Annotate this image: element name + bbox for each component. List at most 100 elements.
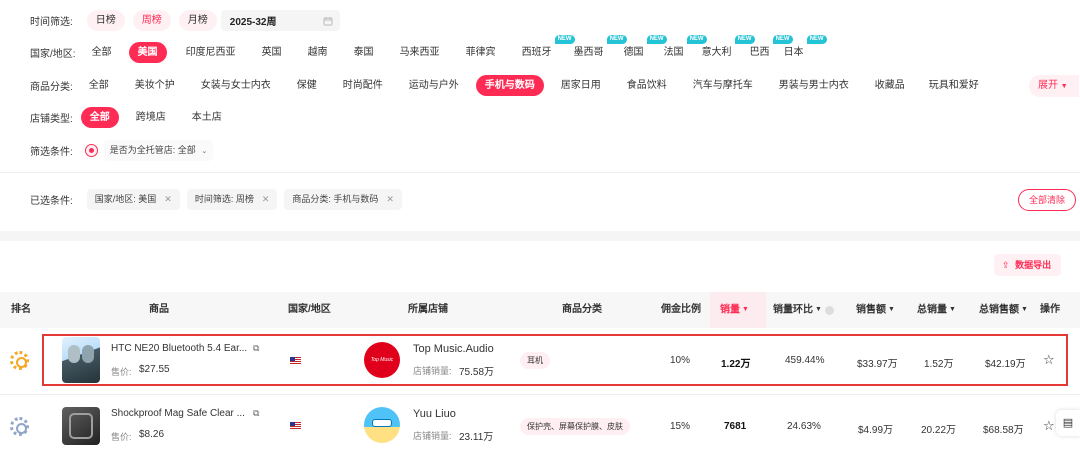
country-br-label: 巴西 [749, 47, 770, 58]
store-name[interactable]: Top Music.Audio [413, 343, 494, 355]
product-image[interactable] [62, 407, 100, 445]
col-total-revenue-sort[interactable]: 总销售额 ▼ [979, 292, 1028, 328]
product-price: $27.55 [139, 364, 170, 375]
col-revenue-sort[interactable]: 销售额 ▼ [856, 292, 895, 328]
managed-store-select[interactable]: 是否为全托管店: 全部 ⌄ [103, 140, 214, 161]
clear-all-button[interactable]: 全部清除 [1018, 189, 1077, 211]
country-option-id[interactable]: 印度尼西亚 [177, 42, 245, 63]
category-option-home[interactable]: 居家日用 [552, 75, 610, 96]
week-picker[interactable]: 2025-32周 [220, 10, 340, 31]
category-option-food[interactable]: 食品饮料 [618, 75, 676, 96]
country-option-us[interactable]: 美国 [128, 42, 167, 63]
rank-silver-icon [10, 417, 29, 436]
col-store: 所属店铺 [408, 304, 448, 315]
week-picker-value: 2025-32周 [229, 17, 277, 28]
category-option-collectibles[interactable]: 收藏品 [866, 75, 914, 96]
country-option-ph[interactable]: 菲律宾 [457, 42, 505, 63]
favorite-star-icon[interactable]: ☆ [1043, 352, 1055, 368]
country-option-br[interactable]: 巴西 NEW [741, 35, 793, 63]
category-tag: 保护壳、屏幕保护膜、皮肤 [520, 418, 630, 435]
conditions-label: 筛选条件: [30, 147, 73, 158]
info-icon[interactable] [824, 305, 834, 315]
export-icon: ⇪ [1002, 260, 1010, 270]
country-filter-row: 国家/地区: 全部 美国 印度尼西亚 英国 越南 泰国 马来西亚 菲律宾 西班牙… [30, 35, 827, 63]
country-option-jp[interactable]: 日本 NEW [775, 35, 827, 63]
product-image[interactable] [62, 337, 100, 383]
country-jp-label: 日本 [783, 47, 804, 58]
chevron-down-icon: ⌄ [201, 148, 208, 155]
price-label: 售价: [111, 432, 132, 442]
col-total-sales: 总销量 [917, 304, 947, 316]
close-icon[interactable]: ✕ [262, 189, 270, 210]
chip-text: 商品分类: 手机与数码 [292, 194, 379, 204]
country-option-my[interactable]: 马来西亚 [391, 42, 449, 63]
country-option-all[interactable]: 全部 [83, 42, 121, 63]
category-option-accessories[interactable]: 时尚配件 [334, 75, 392, 96]
store-sales-label: 店铺销量: [413, 431, 452, 441]
calendar-icon [323, 16, 333, 25]
col-sales-sort[interactable]: 销量 ▼ [710, 292, 766, 328]
category-option-menswear[interactable]: 男装与男士内衣 [770, 75, 858, 96]
col-total-revenue: 总销售额 [979, 304, 1019, 316]
country-option-uk[interactable]: 英国 [253, 42, 291, 63]
category-option-sports[interactable]: 运动与户外 [400, 75, 468, 96]
store-logo[interactable] [364, 407, 400, 443]
time-option-monthly[interactable]: 月榜 [178, 10, 217, 31]
product-name[interactable]: Shockproof Mag Safe Clear ... [111, 408, 245, 419]
col-sales-ratio-sort[interactable]: 销量环比 ▼ [773, 292, 834, 328]
expand-categories-button[interactable]: 展开 ▼ [1029, 75, 1079, 97]
country-option-it[interactable]: 意大利 NEW [693, 35, 755, 63]
selected-chip-country[interactable]: 国家/地区: 美国 ✕ [86, 189, 180, 210]
new-badge: NEW [806, 35, 827, 44]
country-option-fr[interactable]: 法国 NEW [655, 35, 707, 63]
sales-ratio: 24.63% [787, 421, 821, 432]
sort-down-icon: ▼ [815, 306, 822, 313]
store-type-crossborder[interactable]: 跨境店 [127, 107, 175, 128]
copy-icon[interactable]: ⧉ [253, 408, 259, 419]
table-row[interactable]: HTC NE20 Bluetooth 5.4 Ear... ⧉ 售价: $27.… [0, 328, 1080, 394]
product-name[interactable]: HTC NE20 Bluetooth 5.4 Ear... [111, 343, 247, 354]
sort-down-icon: ▼ [949, 306, 956, 313]
time-option-daily[interactable]: 日榜 [86, 10, 125, 31]
category-option-phones[interactable]: 手机与数码 [475, 75, 544, 96]
store-type-local[interactable]: 本土店 [183, 107, 231, 128]
time-filter-row: 时间筛选: 日榜 周榜 月榜 2025-32周 [30, 10, 340, 31]
store-logo-text: Top Music [370, 357, 394, 363]
store-type-label: 店铺类型: [30, 114, 73, 125]
category-option-health[interactable]: 保健 [288, 75, 326, 96]
country-option-vn[interactable]: 越南 [299, 42, 337, 63]
time-option-weekly[interactable]: 周榜 [132, 10, 171, 31]
copy-icon[interactable]: ⧉ [253, 343, 259, 354]
category-option-beauty[interactable]: 美妆个护 [126, 75, 184, 96]
category-filter-label: 商品分类: [30, 82, 73, 93]
country-es-label: 西班牙 [521, 47, 552, 58]
store-logo[interactable]: Top Music [364, 342, 400, 378]
rank-gold-icon [10, 351, 29, 370]
document-icon[interactable]: ▤ [1056, 410, 1080, 436]
store-type-all[interactable]: 全部 [80, 107, 119, 128]
col-total-sales-sort[interactable]: 总销量 ▼ [917, 292, 956, 328]
selected-chip-time[interactable]: 时间筛选: 周榜 ✕ [186, 189, 278, 210]
export-button[interactable]: ⇪ 数据导出 [994, 254, 1062, 276]
col-product: 商品 [149, 304, 169, 315]
close-icon[interactable]: ✕ [386, 189, 394, 210]
store-name[interactable]: Yuu Liuo [413, 408, 456, 420]
category-option-womenswear[interactable]: 女装与女士内衣 [192, 75, 280, 96]
country-option-mx[interactable]: 墨西哥 NEW [565, 35, 627, 63]
country-fr-label: 法国 [663, 47, 684, 58]
sort-down-icon: ▼ [1021, 306, 1028, 313]
selected-conditions-label: 已选条件: [30, 196, 73, 207]
country-option-es[interactable]: 西班牙 NEW [513, 35, 575, 63]
country-option-th[interactable]: 泰国 [345, 42, 383, 63]
category-option-toys[interactable]: 玩具和爱好 [920, 75, 988, 96]
category-option-auto[interactable]: 汽车与摩托车 [684, 75, 762, 96]
favorite-star-icon[interactable]: ☆ [1043, 418, 1055, 434]
table-row[interactable]: Shockproof Mag Safe Clear ... ⧉ 售价: $8.2… [0, 395, 1080, 458]
selected-chip-category[interactable]: 商品分类: 手机与数码 ✕ [284, 189, 402, 210]
chip-text: 国家/地区: 美国 [94, 194, 157, 204]
country-option-de[interactable]: 德国 NEW [615, 35, 667, 63]
close-icon[interactable]: ✕ [164, 189, 172, 210]
time-filter-label: 时间筛选: [30, 17, 73, 28]
category-option-all[interactable]: 全部 [80, 75, 118, 96]
sales: 1.22万 [721, 359, 751, 370]
